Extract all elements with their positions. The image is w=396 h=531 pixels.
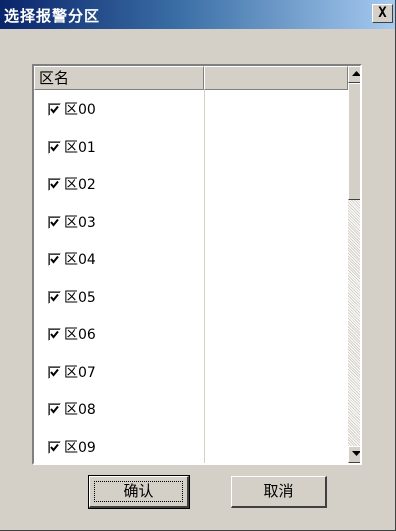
checkmark-icon (50, 218, 59, 227)
zone-checkbox[interactable] (48, 290, 61, 304)
checkmark-icon (50, 180, 59, 189)
scroll-down-button[interactable] (348, 446, 360, 463)
zone-checkbox[interactable] (48, 215, 61, 229)
focus-indicator (94, 481, 183, 502)
zone-label: 区07 (64, 364, 96, 381)
column-header-blank[interactable] (204, 66, 348, 90)
zone-checkbox[interactable] (48, 365, 61, 379)
zone-label: 区06 (64, 327, 96, 343)
window-title: 选择报警分区 (4, 7, 101, 25)
list-item[interactable]: 区09 (34, 428, 204, 464)
list-item[interactable]: 区00 (34, 90, 204, 128)
zone-label: 区00 (64, 102, 96, 118)
scroll-thumb[interactable] (348, 83, 360, 200)
title-bar[interactable]: 选择报警分区 X (0, 0, 395, 29)
arrow-up-icon (352, 71, 360, 76)
checkmark-icon (50, 105, 59, 114)
zone-checkbox[interactable] (48, 140, 61, 154)
list-item[interactable]: 区04 (34, 240, 204, 278)
column-header-zone-name[interactable]: 区名 (34, 66, 204, 90)
list-item[interactable]: 区02 (34, 165, 204, 203)
checkmark-icon (50, 368, 59, 377)
checkmark-icon (50, 443, 59, 452)
list-item[interactable]: 区01 (34, 128, 204, 166)
zone-checkbox[interactable] (48, 440, 61, 454)
checkmark-icon (50, 293, 59, 302)
zone-label: 区05 (64, 289, 96, 306)
zone-label: 区03 (64, 214, 96, 231)
scroll-up-button[interactable] (348, 66, 360, 83)
list-item[interactable]: 区06 (34, 315, 204, 353)
zone-checkbox[interactable] (48, 403, 61, 416)
list-item[interactable]: 区05 (34, 278, 204, 316)
zone-list: 区名 区00 区01 区02 区03 区04 区05 区06 区07 区08 区… (32, 64, 362, 465)
arrow-down-icon (352, 451, 360, 456)
checkmark-icon (50, 405, 59, 414)
zone-label: 区02 (64, 177, 96, 193)
zone-label: 区08 (64, 402, 96, 418)
list-item[interactable]: 区07 (34, 353, 204, 391)
close-button[interactable]: X (372, 4, 393, 23)
zone-checkbox[interactable] (48, 103, 61, 116)
cancel-button-label: 取消 (263, 482, 294, 500)
column-divider (204, 90, 205, 463)
zone-label: 区01 (64, 139, 96, 156)
zone-label: 区09 (64, 439, 96, 456)
zone-checkbox[interactable] (48, 328, 61, 341)
list-header: 区名 (34, 66, 348, 90)
checkmark-icon (50, 330, 59, 339)
zone-checkbox[interactable] (48, 253, 61, 266)
cancel-button[interactable]: 取消 (231, 476, 327, 508)
list-rows: 区00 区01 区02 区03 区04 区05 区06 区07 区08 区09 (34, 90, 204, 464)
confirm-button[interactable]: 确认 (88, 475, 190, 509)
zone-checkbox[interactable] (48, 178, 61, 191)
zone-label: 区04 (64, 252, 96, 268)
close-icon: X (378, 5, 387, 21)
list-item[interactable]: 区03 (34, 203, 204, 241)
vertical-scrollbar[interactable] (348, 66, 360, 463)
list-item[interactable]: 区08 (34, 390, 204, 428)
checkmark-icon (50, 143, 59, 152)
checkmark-icon (50, 255, 59, 264)
select-alarm-zone-dialog: 选择报警分区 X 区名 区00 区01 区02 区03 区04 区05 区06 … (0, 0, 396, 531)
